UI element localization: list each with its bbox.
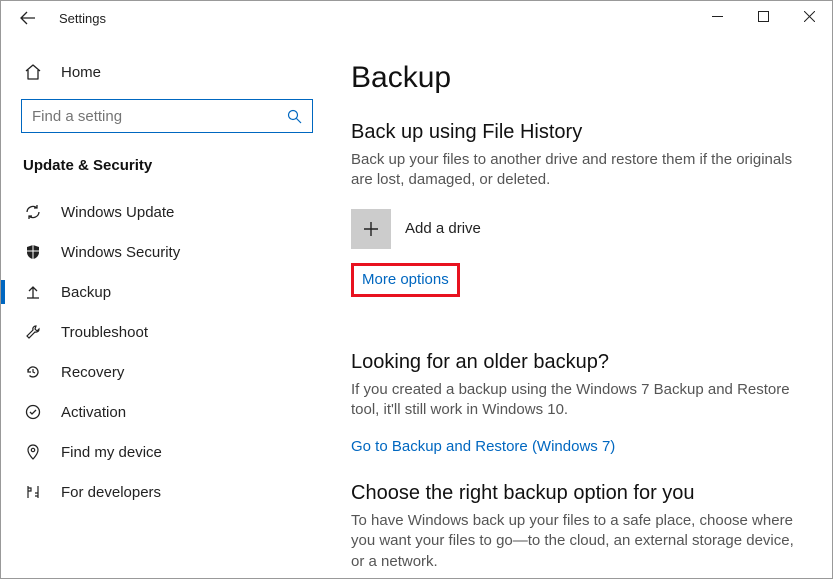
plus-box <box>351 209 391 249</box>
arrow-left-icon <box>20 10 36 26</box>
close-button[interactable] <box>786 1 832 31</box>
sidebar-item-label: Windows Update <box>61 204 174 221</box>
search-input[interactable] <box>32 108 287 125</box>
sidebar-item-label: Recovery <box>61 364 124 381</box>
sidebar-item-for-developers[interactable]: For developers <box>1 472 333 512</box>
sidebar-section-header: Update & Security <box>1 153 333 192</box>
file-history-section: Back up using File History Back up your … <box>351 121 798 325</box>
maximize-button[interactable] <box>740 1 786 31</box>
more-options-link[interactable]: More options <box>362 271 449 288</box>
older-desc: If you created a backup using the Window… <box>351 380 798 421</box>
file-history-heading: Back up using File History <box>351 121 798 144</box>
sidebar-item-label: Troubleshoot <box>61 324 148 341</box>
window-controls <box>694 1 832 31</box>
wrench-icon <box>23 323 43 341</box>
backup-icon <box>23 283 43 301</box>
sidebar: Home Update & Security Windows Update Wi… <box>1 35 333 578</box>
older-heading: Looking for an older backup? <box>351 351 798 374</box>
sidebar-home-label: Home <box>61 64 101 81</box>
window-title: Settings <box>59 11 106 26</box>
developer-icon <box>23 483 43 501</box>
older-backup-section: Looking for an older backup? If you crea… <box>351 351 798 457</box>
maximize-icon <box>758 11 769 22</box>
sidebar-home[interactable]: Home <box>1 55 333 89</box>
plus-icon <box>362 220 380 238</box>
sidebar-item-windows-update[interactable]: Windows Update <box>1 192 333 232</box>
search-icon <box>287 109 302 124</box>
home-icon <box>23 63 43 81</box>
sidebar-item-activation[interactable]: Activation <box>1 392 333 432</box>
check-circle-icon <box>23 403 43 421</box>
shield-icon <box>23 243 43 261</box>
minimize-button[interactable] <box>694 1 740 31</box>
sidebar-item-label: Activation <box>61 404 126 421</box>
sidebar-item-troubleshoot[interactable]: Troubleshoot <box>1 312 333 352</box>
sidebar-item-backup[interactable]: Backup <box>1 272 333 312</box>
sidebar-item-label: Find my device <box>61 444 162 461</box>
add-drive-label: Add a drive <box>405 220 481 237</box>
sidebar-item-label: Backup <box>61 284 111 301</box>
search-input-wrap[interactable] <box>21 99 313 133</box>
sidebar-item-recovery[interactable]: Recovery <box>1 352 333 392</box>
choose-desc: To have Windows back up your files to a … <box>351 511 798 572</box>
sidebar-item-find-my-device[interactable]: Find my device <box>1 432 333 472</box>
choose-option-section: Choose the right backup option for you T… <box>351 482 798 578</box>
add-drive-button[interactable]: Add a drive <box>351 209 798 249</box>
back-button[interactable] <box>15 10 41 26</box>
sidebar-item-label: For developers <box>61 484 161 501</box>
backup-restore-link[interactable]: Go to Backup and Restore (Windows 7) <box>351 438 615 455</box>
sidebar-item-label: Windows Security <box>61 244 180 261</box>
page-title: Backup <box>351 61 798 95</box>
sidebar-item-windows-security[interactable]: Windows Security <box>1 232 333 272</box>
choose-heading: Choose the right backup option for you <box>351 482 798 505</box>
main-content: Backup Back up using File History Back u… <box>333 35 832 578</box>
file-history-desc: Back up your files to another drive and … <box>351 150 798 191</box>
sync-icon <box>23 203 43 221</box>
minimize-icon <box>712 11 723 22</box>
more-options-highlight: More options <box>351 263 460 297</box>
location-icon <box>23 443 43 461</box>
close-icon <box>804 11 815 22</box>
history-icon <box>23 363 43 381</box>
